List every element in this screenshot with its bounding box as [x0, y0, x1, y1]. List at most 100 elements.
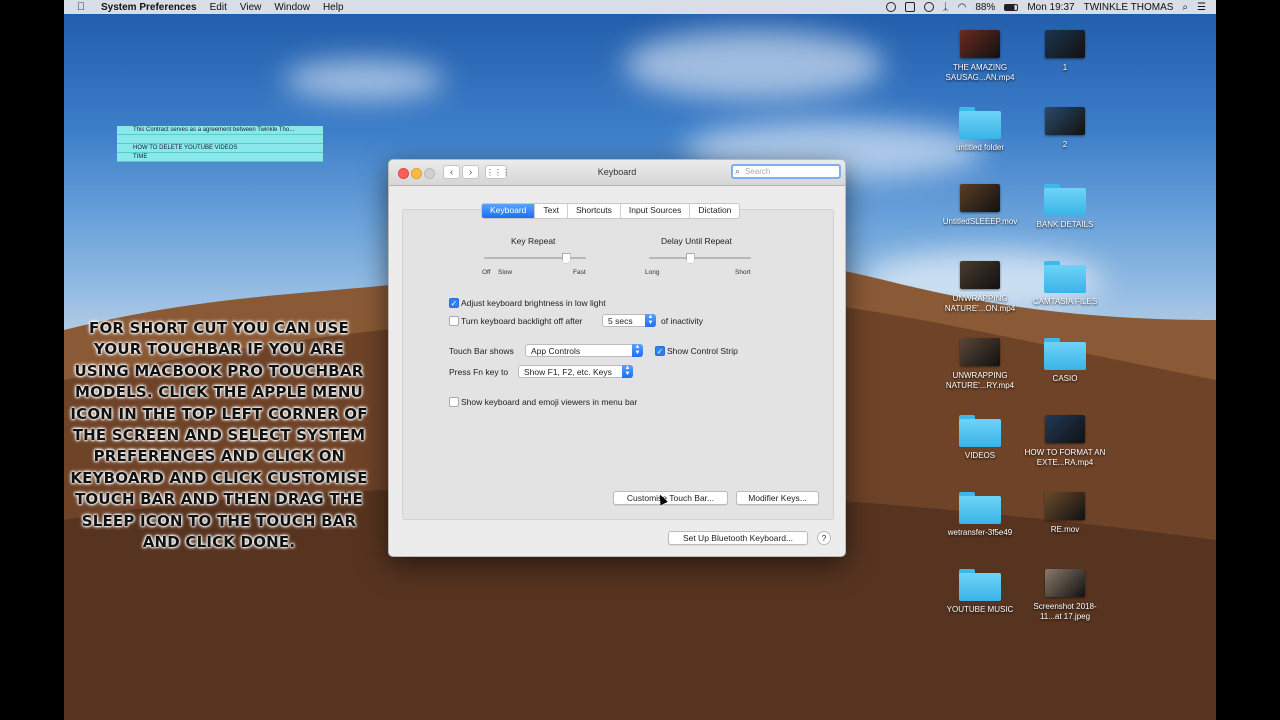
desktop-folder[interactable]: VIDEOS	[939, 415, 1021, 461]
desktop-item-label: CAMTASIA FILES	[1032, 297, 1098, 306]
file-thumbnail-icon	[960, 184, 1000, 212]
film-icon[interactable]	[904, 2, 915, 12]
desktop-file[interactable]: Screenshot 2018-11...at 17.jpeg	[1024, 569, 1106, 622]
desktop-file[interactable]: 1	[1024, 30, 1106, 73]
desktop-folder[interactable]: wetransfer-3f5e49	[939, 492, 1021, 538]
backlight-off-label: Turn keyboard backlight off after	[461, 316, 583, 326]
desktop:  System Preferences Edit View Window He…	[64, 0, 1216, 720]
adjust-brightness-checkbox[interactable]: ✓	[449, 298, 459, 308]
search-placeholder: Search	[745, 167, 771, 176]
folder-icon	[959, 492, 1001, 524]
menu-app-name[interactable]: System Preferences	[101, 2, 197, 13]
desktop-item-label: UntitledSLEEEP.mov	[942, 217, 1018, 226]
show-control-strip-checkbox[interactable]: ✓	[655, 346, 665, 356]
folder-icon	[959, 569, 1001, 601]
desktop-item-label: Screenshot 2018-11...at 17.jpeg	[1033, 602, 1097, 621]
desktop-item-label: THE AMAZING SAUSAG...AN.mp4	[945, 63, 1015, 82]
desktop-file[interactable]: 2	[1024, 107, 1106, 150]
menu-help[interactable]: Help	[323, 2, 344, 13]
fn-key-value: Show F1, F2, etc. Keys	[524, 367, 612, 377]
desktop-file[interactable]: HOW TO FORMAT AN EXTE...RA.mp4	[1024, 415, 1106, 468]
touch-bar-shows-popup[interactable]: App Controls ▲ ▼	[525, 344, 643, 357]
desktop-file[interactable]: UNWRAPPING NATURE'...ON.mp4	[939, 261, 1021, 314]
desktop-item-label: HOW TO FORMAT AN EXTE...RA.mp4	[1024, 448, 1106, 467]
folder-icon	[1044, 261, 1086, 293]
tutorial-caption: FOR SHORT CUT YOU CAN USE YOUR TOUCHBAR …	[70, 319, 368, 552]
backlight-timeout-popup[interactable]: 5 secs ▲ ▼	[602, 314, 656, 327]
spotlight-search-icon[interactable]: ⌕	[1182, 2, 1188, 13]
desktop-item-label: BANK DETAILS	[1036, 220, 1094, 229]
desktop-folder[interactable]: YOUTUBE MUSIC	[939, 569, 1021, 615]
desktop-folder[interactable]: BANK DETAILS	[1024, 184, 1106, 230]
desktop-file[interactable]: THE AMAZING SAUSAG...AN.mp4	[939, 30, 1021, 83]
desktop-folder[interactable]: CASIO	[1024, 338, 1106, 384]
touch-bar-shows-value: App Controls	[531, 346, 581, 356]
bluetooth-keyboard-button[interactable]: Set Up Bluetooth Keyboard...	[668, 531, 808, 545]
tab-input-sources[interactable]: Input Sources	[621, 204, 691, 218]
tab-shortcuts[interactable]: Shortcuts	[568, 204, 621, 218]
desktop-item-label: untitled folder	[955, 143, 1005, 152]
desktop-item-label: RE.mov	[1050, 525, 1080, 534]
search-field[interactable]: ⌕ Search	[731, 164, 841, 179]
customise-touch-bar-button[interactable]: Customise Touch Bar...	[613, 491, 728, 505]
tab-dictation[interactable]: Dictation	[690, 204, 739, 218]
desktop-item-label: UNWRAPPING NATURE'...RY.mp4	[945, 371, 1015, 390]
sticky-note[interactable]: This Contract serves as a agreement betw…	[117, 126, 323, 162]
desktop-folder[interactable]: untitled folder	[939, 107, 1021, 153]
chevron-updown-icon: ▲ ▼	[645, 314, 656, 327]
menu-edit[interactable]: Edit	[210, 2, 227, 13]
desktop-folder[interactable]: CAMTASIA FILES	[1024, 261, 1106, 307]
chevron-updown-icon: ▲ ▼	[622, 365, 633, 378]
wifi-icon[interactable]: ◠	[958, 2, 967, 13]
file-thumbnail-icon	[1045, 415, 1085, 443]
fn-key-label: Press Fn key to	[449, 367, 509, 377]
sticky-line: TIME	[117, 153, 323, 162]
key-repeat-off: Off	[482, 269, 491, 276]
fn-key-popup[interactable]: Show F1, F2, etc. Keys ▲ ▼	[518, 365, 633, 378]
file-thumbnail-icon	[960, 30, 1000, 58]
desktop-item-label: UNWRAPPING NATURE'...ON.mp4	[944, 294, 1016, 313]
search-icon: ⌕	[735, 166, 741, 176]
help-button[interactable]: ?	[817, 531, 831, 545]
user-name[interactable]: TWINKLE THOMAS	[1084, 2, 1174, 13]
tab-keyboard[interactable]: Keyboard	[482, 204, 536, 218]
menu-view[interactable]: View	[240, 2, 262, 13]
battery-percent[interactable]: 88%	[975, 2, 995, 13]
delay-repeat-long: Long	[645, 269, 660, 276]
modifier-keys-button[interactable]: Modifier Keys...	[736, 491, 819, 505]
clock[interactable]: Mon 19:37	[1027, 2, 1074, 13]
chevron-updown-icon: ▲ ▼	[632, 344, 643, 357]
show-control-strip-label: Show Control Strip	[667, 346, 738, 356]
desktop-item-label: YOUTUBE MUSIC	[946, 605, 1014, 614]
touch-bar-shows-label: Touch Bar shows	[449, 346, 514, 356]
desktop-item-label: CASIO	[1052, 374, 1078, 383]
notification-center-icon[interactable]: ☰	[1197, 2, 1206, 13]
delay-repeat-slider[interactable]	[649, 257, 751, 259]
record-icon[interactable]	[885, 2, 896, 12]
emoji-viewers-checkbox[interactable]	[449, 397, 459, 407]
time-machine-icon[interactable]	[923, 2, 934, 12]
backlight-timeout-value: 5 secs	[608, 316, 633, 326]
apple-menu-icon[interactable]: 	[74, 1, 88, 13]
file-thumbnail-icon	[1045, 492, 1085, 520]
menu-window[interactable]: Window	[274, 2, 310, 13]
desktop-item-label: VIDEOS	[964, 451, 996, 460]
sticky-line: HOW TO DELETE YOUTUBE VIDEOS	[117, 144, 323, 153]
sticky-line	[117, 135, 323, 144]
desktop-file[interactable]: UNWRAPPING NATURE'...RY.mp4	[939, 338, 1021, 391]
bluetooth-icon[interactable]: ᛣ	[943, 2, 949, 13]
folder-icon	[1044, 338, 1086, 370]
battery-icon[interactable]	[1004, 3, 1019, 11]
key-repeat-label: Key Repeat	[511, 236, 556, 246]
file-thumbnail-icon	[1045, 107, 1085, 135]
tab-text[interactable]: Text	[535, 204, 568, 218]
key-repeat-slider[interactable]	[484, 257, 586, 259]
file-thumbnail-icon	[960, 338, 1000, 366]
desktop-file[interactable]: UntitledSLEEEP.mov	[939, 184, 1021, 227]
desktop-file[interactable]: RE.mov	[1024, 492, 1106, 535]
title-bar[interactable]: ‹ › ⋮⋮⋮ Keyboard ⌕ Search	[389, 160, 845, 186]
desktop-item-label: 1	[1062, 63, 1068, 72]
key-repeat-fast: Fast	[573, 269, 586, 276]
backlight-off-checkbox[interactable]	[449, 316, 459, 326]
file-thumbnail-icon	[960, 261, 1000, 289]
